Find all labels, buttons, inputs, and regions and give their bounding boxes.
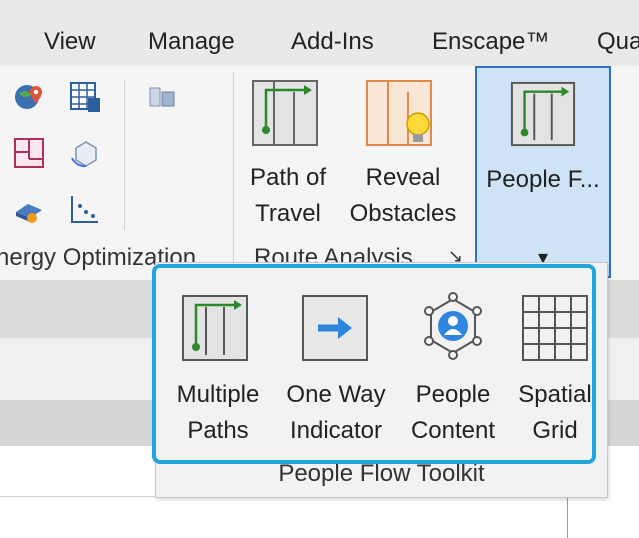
reveal-obstacles-icon[interactable] xyxy=(364,78,434,152)
people-flow-label: People F... xyxy=(486,166,600,193)
path-of-travel-icon[interactable] xyxy=(250,78,320,148)
floor-plan-icon[interactable] xyxy=(12,136,46,170)
reveal-obstacles-label-line1: Reveal xyxy=(365,164,441,191)
render-cloud-icon[interactable] xyxy=(146,80,180,114)
menu-bar: View Manage Add-Ins Enscape™ Qua xyxy=(0,0,639,66)
tab-enscape[interactable]: Enscape™ xyxy=(432,28,549,56)
energy-model-icon[interactable] xyxy=(12,192,46,226)
globe-location-icon[interactable] xyxy=(12,80,46,114)
path-of-travel-label-line1: Path of xyxy=(249,164,327,191)
ribbon-separator xyxy=(124,80,125,230)
path-of-travel-button[interactable]: Path of Travel xyxy=(240,160,336,232)
reveal-obstacles-button[interactable]: Reveal Obstacles xyxy=(342,160,464,232)
divider xyxy=(567,496,568,538)
building-orientation-icon[interactable] xyxy=(68,136,102,170)
spreadsheet-icon[interactable] xyxy=(68,80,102,114)
people-flow-icon xyxy=(510,81,576,147)
people-flow-button[interactable]: People F... ▾ xyxy=(475,66,611,278)
ribbon-separator xyxy=(233,72,234,272)
highlight-frame xyxy=(152,264,596,464)
flyout-title: People Flow Toolkit xyxy=(278,460,485,487)
tab-quantities[interactable]: Qua xyxy=(597,28,639,56)
path-of-travel-label-line2: Travel xyxy=(255,200,321,227)
tab-manage[interactable]: Manage xyxy=(148,28,235,56)
reveal-obstacles-label-line2: Obstacles xyxy=(349,200,457,227)
tab-add-ins[interactable]: Add-Ins xyxy=(291,28,374,56)
tab-view[interactable]: View xyxy=(44,28,96,56)
chart-analysis-icon[interactable] xyxy=(68,192,102,226)
